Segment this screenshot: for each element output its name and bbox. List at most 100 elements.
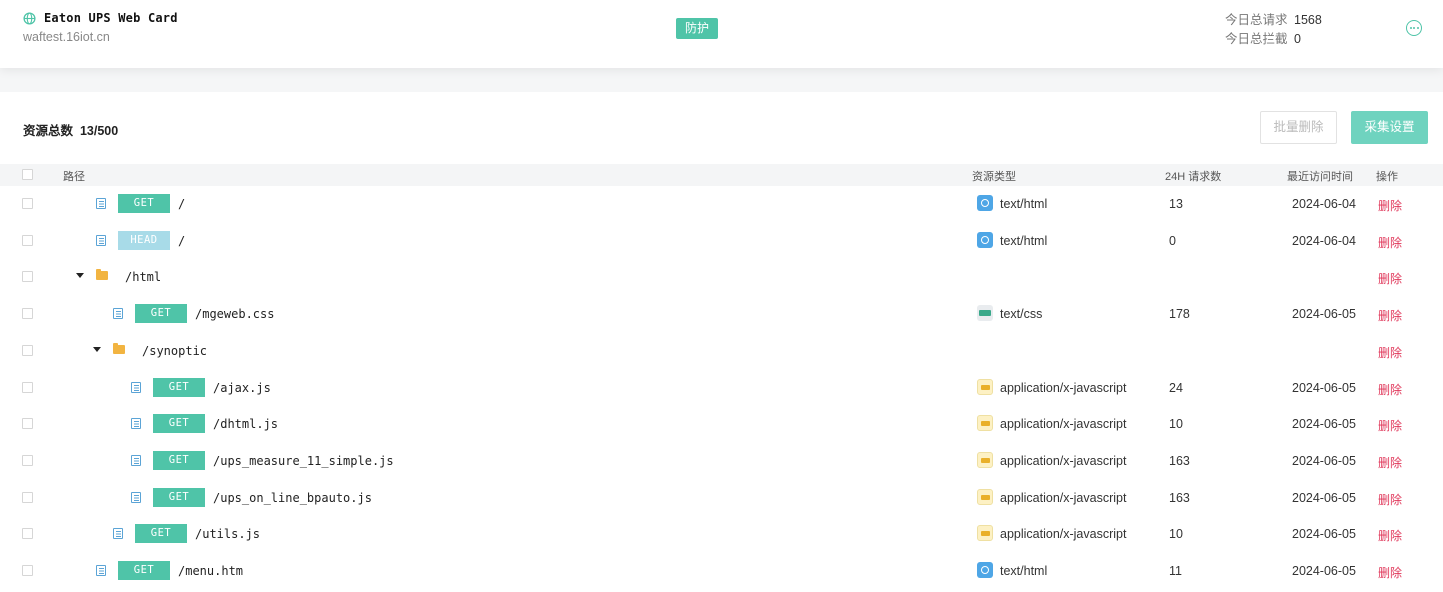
delete-link[interactable]: 删除 (1378, 270, 1402, 287)
col-type: 资源类型 (972, 171, 1016, 183)
site-title: Eaton UPS Web Card (44, 11, 178, 25)
delete-link[interactable]: 删除 (1378, 564, 1402, 581)
delete-link[interactable]: 删除 (1378, 307, 1402, 324)
table-row[interactable]: GET/mgeweb.css text/css 178 2024-06-05 删除 (0, 296, 1443, 333)
document-icon (131, 491, 141, 503)
method-badge: GET (153, 487, 205, 507)
delete-link[interactable]: 删除 (1378, 417, 1402, 434)
table-header: 路径 资源类型 24H 请求数 最近访问时间 操作 (0, 164, 1443, 186)
site-header: Eaton UPS Web Card waftest.16iot.cn 防护 今… (0, 0, 1443, 68)
site-title-row: Eaton UPS Web Card (23, 11, 178, 25)
caret-down-icon[interactable] (93, 346, 101, 352)
row-path: / (178, 233, 186, 248)
delete-link[interactable]: 删除 (1378, 454, 1402, 471)
row-checkbox[interactable] (22, 418, 33, 430)
row-checkbox[interactable] (22, 528, 33, 540)
table-row[interactable]: GET/dhtml.js application/x-javascript 10 20… (0, 406, 1443, 443)
collect-settings-button[interactable]: 采集设置 (1351, 111, 1428, 144)
delete-link[interactable]: 删除 (1378, 197, 1402, 214)
row-checkbox[interactable] (22, 565, 33, 576)
stat-total-requests: 今日总请求 1568 (1225, 11, 1322, 30)
js-icon (977, 525, 993, 542)
row-last-visit: 2024-06-04 (1292, 197, 1356, 211)
col-requests: 24H 请求数 (1165, 171, 1222, 183)
row-type: text/html (1000, 564, 1048, 578)
row-last-visit: 2024-06-05 (1292, 307, 1356, 322)
method-badge: GET (118, 194, 170, 213)
document-icon (131, 418, 141, 430)
stat-value: 1568 (1294, 13, 1322, 27)
col-last-visit: 最近访问时间 (1287, 171, 1353, 183)
table-row[interactable]: GET/menu.htm text/html 11 2024-06-05 删除 (0, 553, 1443, 590)
row-requests: 13 (1169, 197, 1183, 211)
stat-label: 今日总请求 (1225, 13, 1288, 27)
site-domain: waftest.16iot.cn (23, 30, 110, 44)
delete-link[interactable]: 删除 (1378, 491, 1402, 508)
table-row[interactable]: GET/ajax.js application/x-javascript 24 202… (0, 370, 1443, 407)
row-requests: 10 (1169, 527, 1183, 542)
delete-link[interactable]: 删除 (1378, 381, 1402, 398)
table-row[interactable]: HEAD / text/html 0 2024-06-04 删除 (0, 223, 1443, 260)
batch-delete-button[interactable]: 批量删除 (1260, 111, 1337, 144)
row-checkbox[interactable] (22, 198, 33, 209)
row-last-visit: 2024-06-05 (1292, 417, 1356, 432)
row-type: application/x-javascript (1000, 527, 1127, 542)
row-type: application/x-javascript (1000, 380, 1127, 395)
more-options-icon[interactable] (1406, 20, 1422, 36)
folder-row[interactable]: /html 删除 (0, 259, 1443, 296)
globe-icon (23, 11, 36, 25)
table-row[interactable]: GET/utils.js application/x-javascript 10 20… (0, 516, 1443, 553)
protection-status-badge: 防护 (676, 18, 719, 39)
stat-label: 今日总拦截 (1225, 32, 1288, 46)
row-checkbox[interactable] (22, 344, 33, 356)
table-row[interactable]: GET/ups_on_line_bpauto.js application/x-j… (0, 480, 1443, 517)
row-checkbox[interactable] (22, 381, 33, 393)
stat-total-blocked: 今日总拦截 0 (1225, 30, 1322, 49)
row-path: /ajax.js (213, 380, 271, 395)
folder-row[interactable]: /synoptic 删除 (0, 333, 1443, 370)
row-requests: 163 (1169, 453, 1190, 468)
row-checkbox[interactable] (22, 308, 33, 320)
caret-down-icon[interactable] (76, 273, 84, 279)
row-checkbox[interactable] (22, 491, 33, 503)
document-icon (131, 381, 141, 393)
row-path: / (178, 197, 186, 211)
row-requests: 163 (1169, 490, 1190, 505)
stat-value: 0 (1294, 32, 1301, 46)
row-requests: 10 (1169, 417, 1183, 432)
table-row[interactable]: GET / text/html 13 2024-06-04 删除 (0, 186, 1443, 223)
row-type: application/x-javascript (1000, 417, 1127, 432)
css-icon (977, 305, 993, 322)
delete-link[interactable]: 删除 (1378, 234, 1402, 251)
row-last-visit: 2024-06-04 (1292, 233, 1356, 248)
row-type: text/css (1000, 307, 1043, 322)
row-checkbox[interactable] (22, 271, 33, 283)
delete-link[interactable]: 删除 (1378, 344, 1402, 361)
delete-link[interactable]: 删除 (1378, 527, 1402, 544)
folder-icon (113, 342, 125, 354)
row-type: text/html (1000, 233, 1048, 248)
row-checkbox[interactable] (22, 234, 33, 246)
folder-icon (96, 269, 108, 281)
document-icon (113, 308, 123, 320)
select-all-checkbox[interactable] (22, 169, 33, 180)
method-badge: GET (135, 524, 187, 544)
row-last-visit: 2024-06-05 (1292, 527, 1356, 542)
document-icon (96, 565, 106, 576)
method-badge: GET (135, 304, 187, 324)
row-requests: 11 (1169, 564, 1182, 578)
col-action: 操作 (1376, 171, 1398, 183)
method-badge: GET (153, 450, 205, 470)
row-path: /dhtml.js (213, 417, 279, 432)
row-last-visit: 2024-06-05 (1292, 380, 1356, 395)
resource-count-value: 13/500 (79, 124, 119, 138)
method-badge: GET (153, 377, 205, 397)
col-path: 路径 (63, 171, 85, 183)
stats-panel: 今日总请求 1568 今日总拦截 0 (1225, 11, 1322, 49)
html-icon (977, 562, 993, 578)
row-checkbox[interactable] (22, 454, 33, 466)
row-path: /ups_on_line_bpauto.js (213, 490, 372, 505)
row-requests: 24 (1169, 380, 1183, 395)
row-last-visit: 2024-06-05 (1292, 490, 1356, 505)
table-row[interactable]: GET/ups_measure_11_simple.js application/… (0, 443, 1443, 480)
